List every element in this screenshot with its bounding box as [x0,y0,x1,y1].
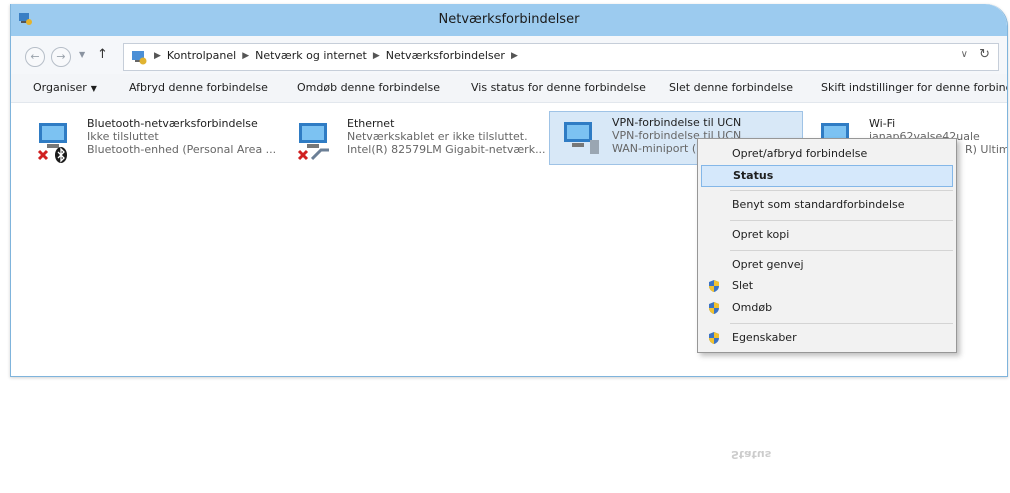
view-status-button[interactable]: Vis status for denne forbindelse [471,81,646,94]
connection-status: Netværkskablet er ikke tilsluttet. [347,130,528,143]
navigation-row: ← → ▼ ↑ ▶ Kontrolpanel ▶ Netværk og inte… [11,36,1007,75]
connection-name: Wi-Fi [869,117,896,130]
connection-text: Bluetooth-netværksforbindelse Ikke tilsl… [87,117,276,156]
menu-separator [730,250,953,251]
connection-item-ethernet[interactable]: Ethernet Netværkskablet er ikke tilslutt… [285,113,546,165]
menu-item-status[interactable]: Status [701,165,953,187]
connection-status: Ikke tilsluttet [87,130,159,143]
uac-shield-icon [709,332,719,344]
breadcrumb-separator-icon: ▶ [372,50,380,61]
disconnect-button[interactable]: Afbryd denne forbindelse [129,81,268,94]
uac-shield-icon [709,280,719,292]
disconnected-x-icon [37,149,49,161]
menu-separator [730,220,953,221]
connection-name: Ethernet [347,117,395,130]
address-history-button[interactable]: ∨ [961,49,968,60]
refresh-icon: ↻ [979,47,990,62]
window-title: Netværksforbindelser [438,12,580,27]
connection-name: VPN-forbindelse til UCN [612,116,742,129]
rename-button[interactable]: Omdøb denne forbindelse [297,81,440,94]
control-panel-icon [132,51,147,65]
delete-button[interactable]: Slet denne forbindelse [669,81,793,94]
recent-locations-button[interactable]: ▼ [79,50,85,59]
bluetooth-icon [55,147,67,163]
breadcrumb-item-netvaerk[interactable]: Netværk og internet [255,49,367,62]
connection-device: Bluetooth-enhed (Personal Area ... [87,143,277,156]
menu-item-shortcut[interactable]: Opret genvej [701,254,953,276]
connection-item-bluetooth[interactable]: Bluetooth-netværksforbindelse Ikke tilsl… [25,113,276,165]
menu-item-delete[interactable]: Slet [701,275,953,297]
reflection-text: Status [731,448,772,461]
menu-item-connect-disconnect[interactable]: Opret/afbryd forbindelse [701,143,953,165]
chevron-down-icon: ∨ [960,49,968,60]
breadcrumb-separator-icon: ▶ [154,50,161,61]
back-button[interactable]: ← [25,47,45,67]
menu-item-label: Omdøb [732,301,773,314]
menu-item-rename[interactable]: Omdøb [701,297,953,319]
menu-separator [730,323,953,324]
disconnected-x-icon [297,149,309,161]
network-cable-icon [311,148,329,161]
connection-device: Intel(R) 82579LM Gigabit-netværk... [347,143,546,156]
command-bar: Organiser ▼ Afbryd denne forbindelse Omdø… [11,74,1007,103]
connection-text: Ethernet Netværkskablet er ikke tilslutt… [347,117,546,156]
chevron-down-icon: ▼ [79,50,86,59]
change-settings-button[interactable]: Skift indstillinger for denne forbindels… [821,81,1007,94]
menu-reflection: Status [697,425,955,465]
breadcrumb-separator-icon[interactable]: ▶ [511,51,518,61]
menu-item-label: Egenskaber [732,331,797,344]
arrow-right-icon: → [56,50,66,63]
breadcrumb-separator-icon: ▶ [242,50,250,61]
organize-button[interactable]: Organiser ▼ [33,81,97,94]
breadcrumb: ▶ Kontrolpanel ▶ Netværk og internet ▶ N… [154,49,518,62]
menu-item-copy[interactable]: Opret kopi [701,224,953,246]
refresh-button[interactable]: ↻ [979,47,990,62]
connection-name: Bluetooth-netværksforbindelse [87,117,258,130]
menu-separator [730,190,953,191]
forward-button[interactable]: → [51,47,71,67]
menu-item-properties[interactable]: Egenskaber [701,327,953,349]
title-bar[interactable]: Netværksforbindelser [11,4,1007,36]
address-bar[interactable]: ▶ Kontrolpanel ▶ Netværk og internet ▶ N… [123,43,999,71]
vpn-adapter-icon [564,122,599,154]
menu-item-label: Slet [732,279,754,292]
up-button[interactable]: ↑ [97,47,108,62]
organize-label: Organiser [33,81,87,94]
arrow-left-icon: ← [30,50,40,63]
menu-item-set-default[interactable]: Benyt som standardforbindelse [701,194,953,216]
breadcrumb-item-kontrolpanel[interactable]: Kontrolpanel [167,49,236,62]
context-menu: Opret/afbryd forbindelse Status Benyt so… [697,138,957,353]
breadcrumb-item-forbindelser[interactable]: Netværksforbindelser [386,49,505,62]
uac-shield-icon [709,302,719,314]
arrow-up-icon: ↑ [97,47,108,62]
chevron-down-icon: ▼ [90,84,97,93]
